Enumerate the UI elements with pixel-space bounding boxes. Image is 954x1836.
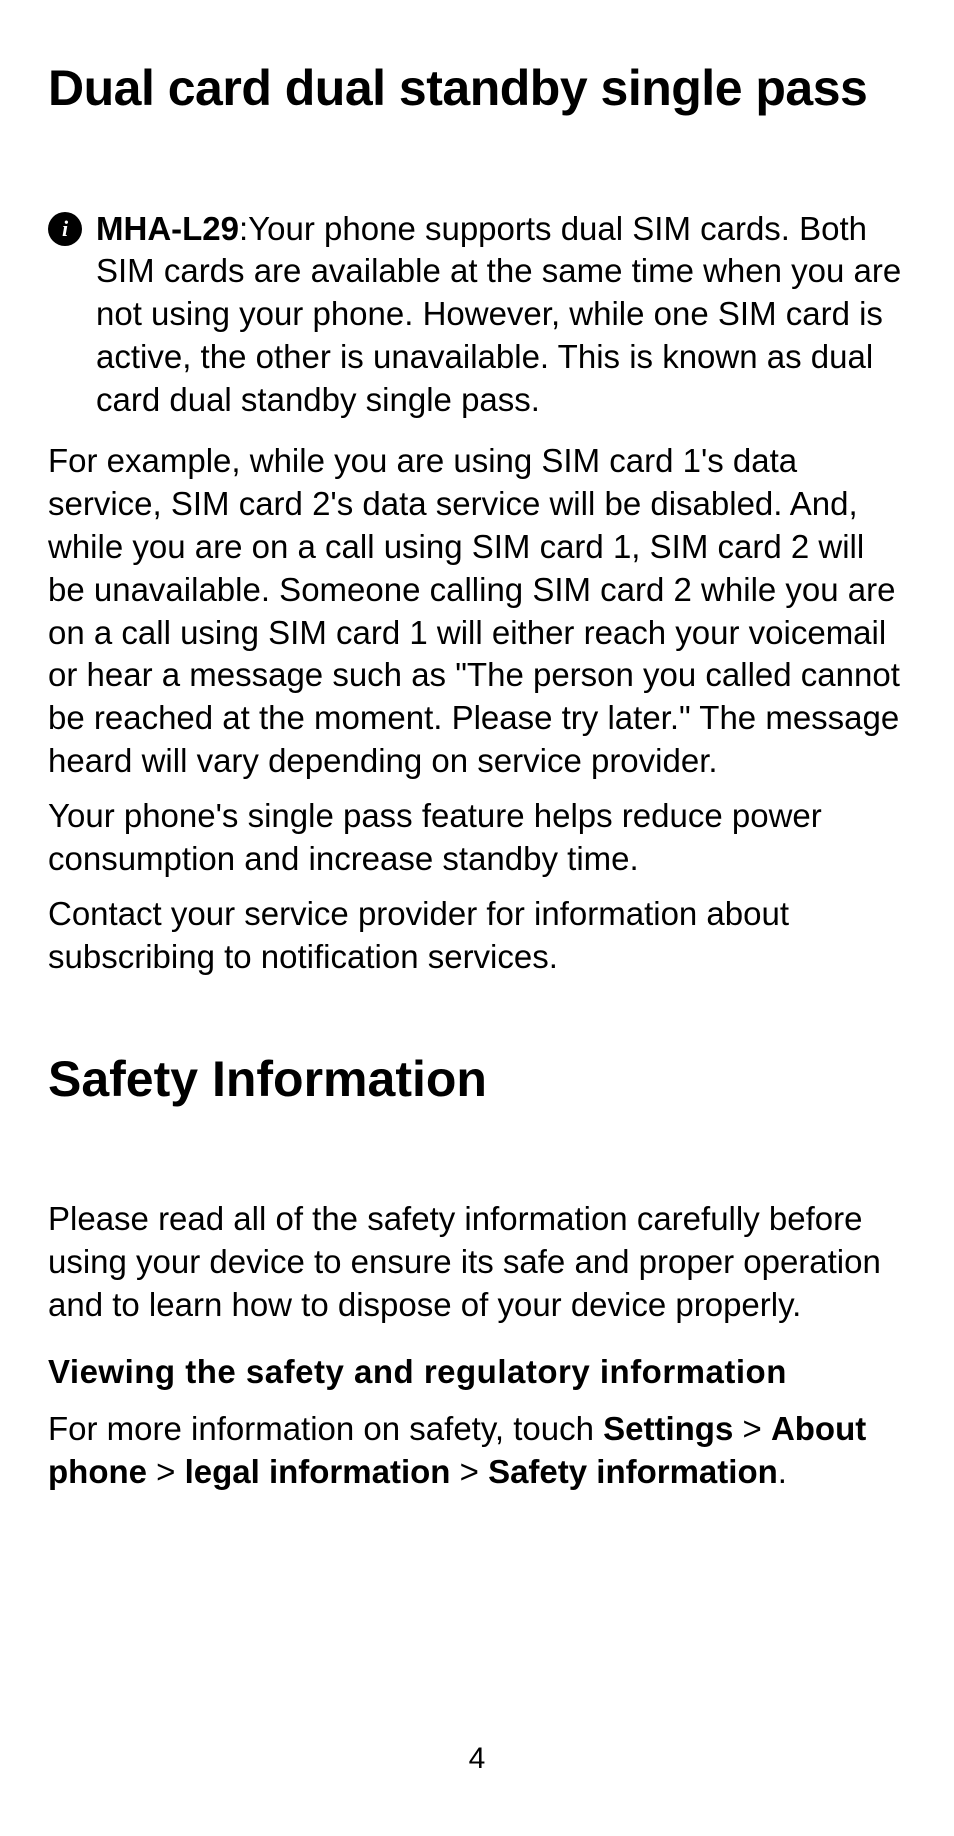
paragraph-contact: Contact your service provider for inform… xyxy=(48,893,906,979)
nav-sep: > xyxy=(450,1453,488,1490)
nav-path-line: For more information on safety, touch Se… xyxy=(48,1408,906,1494)
info-text: MHA-L29:Your phone supports dual SIM car… xyxy=(96,208,906,422)
nav-prefix: For more information on safety, touch xyxy=(48,1410,603,1447)
info-icon: i xyxy=(48,212,82,246)
info-icon-glyph: i xyxy=(48,212,82,246)
page-number: 4 xyxy=(48,1742,906,1776)
nav-step-settings: Settings xyxy=(603,1410,733,1447)
paragraph-safety-intro: Please read all of the safety informatio… xyxy=(48,1198,906,1327)
info-model: MHA-L29 xyxy=(96,210,239,247)
nav-step-legal-information: legal information xyxy=(185,1453,451,1490)
nav-sep: > xyxy=(733,1410,771,1447)
nav-step-safety-information: Safety information xyxy=(488,1453,778,1490)
nav-suffix: . xyxy=(778,1453,787,1490)
paragraph-single-pass: Your phone's single pass feature helps r… xyxy=(48,795,906,881)
nav-sep: > xyxy=(147,1453,185,1490)
paragraph-example: For example, while you are using SIM car… xyxy=(48,440,906,783)
info-callout: i MHA-L29:Your phone supports dual SIM c… xyxy=(48,208,906,422)
heading-viewing-safety: Viewing the safety and regulatory inform… xyxy=(48,1351,906,1394)
heading-safety-information: Safety Information xyxy=(48,1051,906,1109)
heading-dual-card: Dual card dual standby single pass xyxy=(48,60,906,118)
